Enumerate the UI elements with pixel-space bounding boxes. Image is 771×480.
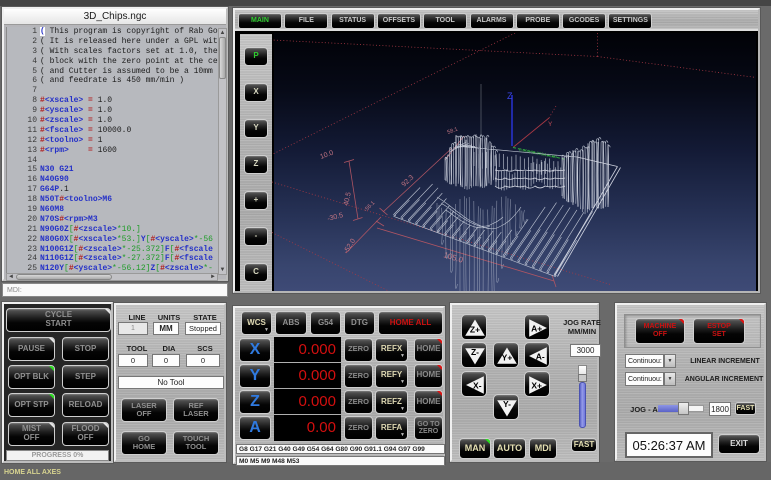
svg-text:-56.1: -56.1 [363,200,376,213]
svg-text:X-: X- [473,380,482,390]
svg-text:92.3: 92.3 [401,174,416,188]
svg-text:X+: X+ [531,380,542,390]
svg-text:-52.0: -52.0 [343,238,357,255]
svg-text:A+: A+ [531,323,542,333]
svg-text:Y: Y [548,121,553,128]
svg-text:Z: Z [507,91,513,101]
svg-text:40.5: 40.5 [343,192,353,207]
svg-text:Z-: Z- [471,347,479,357]
svg-text:58.1: 58.1 [447,127,459,136]
svg-text:Z+: Z+ [470,325,480,335]
svg-text:A-: A- [536,351,545,361]
svg-text:Y+: Y+ [502,353,513,363]
svg-text:Y-: Y- [503,399,511,409]
svg-text:-30.5: -30.5 [327,212,344,223]
svg-text:10.0: 10.0 [319,150,334,161]
